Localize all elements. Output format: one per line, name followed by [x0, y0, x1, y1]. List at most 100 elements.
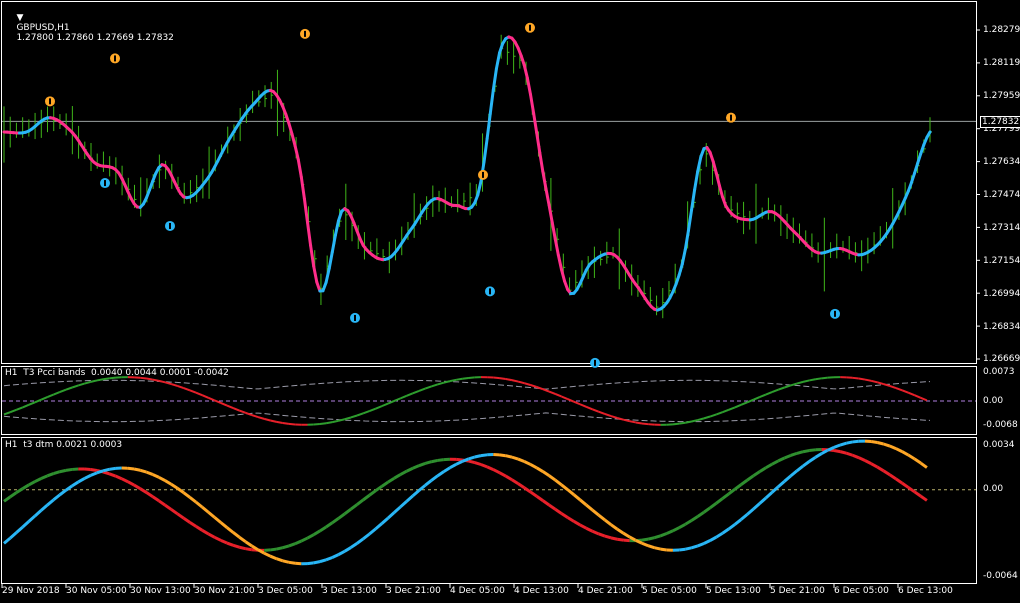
dtm-line-a-segment	[585, 526, 594, 533]
dtm-line-a-segment	[431, 458, 438, 464]
dtm-line-a-segment	[368, 489, 377, 497]
pcci-line-segment	[189, 389, 197, 394]
pcci-line-segment	[635, 421, 643, 425]
dtm-line-b-segment	[529, 463, 538, 470]
dtm-line-b-segment	[585, 503, 594, 512]
pcci-line-segment	[257, 416, 265, 420]
dtm-line-a-segment	[114, 474, 123, 481]
pcci-line-segment	[22, 403, 30, 409]
pcci-line-segment	[201, 394, 209, 399]
dtm-line-a-segment	[412, 464, 420, 470]
dtm-line-b-segment	[313, 560, 321, 565]
dtm-line-b-segment	[244, 540, 253, 548]
dtm-line-a-segment	[288, 542, 296, 548]
dtm-line-b-segment	[833, 443, 841, 449]
dtm-line-b-segment	[919, 461, 928, 469]
dtm-line-b-segment	[83, 474, 92, 480]
t3-line-segment	[485, 112, 492, 141]
dtm-line-a-segment	[752, 470, 761, 478]
sell-signal-icon-stem	[49, 98, 51, 105]
dtm-line-b-segment	[889, 444, 897, 450]
dtm-line-a-segment	[151, 495, 160, 503]
pcci-line-segment	[431, 383, 438, 388]
dtm-line-b-segment	[430, 474, 439, 482]
t3-line-segment	[290, 132, 297, 148]
dtm-line-a-segment	[325, 521, 334, 529]
pcci-line-segment	[907, 391, 915, 397]
pcci-line-segment	[870, 379, 878, 384]
dtm-line-b-segment	[71, 480, 80, 488]
dtm-line-a-segment	[690, 515, 699, 522]
dtm-line-a-segment	[337, 512, 346, 520]
t3-line-segment	[494, 51, 502, 71]
dtm-line-b-segment	[182, 491, 191, 499]
pcci-line-segment	[140, 376, 147, 380]
dtm-line-a-segment	[133, 483, 142, 490]
pcci-line-segment	[146, 377, 153, 381]
dtm-line-b-segment	[758, 496, 767, 505]
dtm-line-b-segment	[226, 526, 235, 534]
dtm-line-a-segment	[511, 478, 519, 485]
t3-line-segment	[717, 184, 725, 199]
pcci-line-segment	[46, 393, 54, 399]
pcci-line-segment	[71, 384, 79, 389]
pcci-line-segment	[536, 386, 544, 391]
pcci-line-segment	[152, 378, 160, 382]
dtm-line-b-segment	[65, 484, 73, 492]
pcci-line-segment	[728, 406, 736, 411]
dtm-line-b-segment	[511, 455, 519, 461]
dtm-line-a-segment	[616, 537, 624, 542]
pcci-line-segment	[889, 385, 897, 390]
dtm-line-b-segment	[152, 473, 160, 479]
dtm-line-b-segment	[374, 522, 383, 531]
dtm-line-b-segment	[727, 523, 736, 531]
dtm-line-a-segment	[913, 490, 922, 498]
dtm-line-b-segment	[591, 508, 600, 517]
pcci-line-segment	[567, 398, 575, 403]
dtm-line-b-segment	[145, 470, 154, 476]
dtm-line-a-segment	[498, 471, 507, 478]
dtm-line-b-segment	[393, 505, 402, 514]
dtm-line-b-segment	[436, 470, 445, 478]
dtm-line-b-segment	[777, 480, 786, 488]
pcci-line-segment	[864, 378, 872, 382]
dtm-line-a-segment	[721, 492, 730, 500]
dtm-line-a-segment	[833, 448, 841, 454]
dtm-line-a-segment	[356, 498, 365, 506]
dtm-line-b-segment	[282, 559, 290, 564]
buy-signal-icon-stem	[489, 288, 491, 295]
dtm-line-b-segment	[195, 500, 204, 509]
dtm-line-b-segment	[3, 536, 12, 545]
pcci-line-segment	[542, 388, 550, 393]
dtm-line-b-segment	[350, 542, 358, 549]
pcci-line-segment	[282, 421, 290, 425]
dtm-line-a-segment	[758, 466, 767, 473]
pcci-line-segment	[722, 408, 730, 414]
dtm-line-a-segment	[182, 516, 191, 524]
dtm-line-a-segment	[270, 547, 277, 552]
dtm-line-b-segment	[795, 464, 804, 473]
dtm-line-a-segment	[486, 465, 494, 471]
t3-line-segment	[553, 237, 560, 257]
t3-line-segment	[532, 111, 539, 135]
pcci-line-segment	[369, 407, 377, 412]
pcci-line-segment	[208, 396, 215, 402]
dtm-line-a-segment	[796, 450, 804, 455]
pcci-line-segment	[554, 393, 562, 398]
pcci-line-segment	[734, 403, 742, 409]
t3-line-segment	[299, 175, 306, 201]
dtm-line-b-segment	[789, 469, 798, 478]
pcci-line-segment	[40, 396, 48, 401]
dtm-line-a-segment	[783, 454, 792, 460]
t3-line-segment	[680, 247, 687, 266]
dtm-line-a-segment	[504, 474, 513, 482]
dtm-line-a-segment	[226, 541, 234, 547]
dtm-line-b-segment	[480, 453, 488, 458]
pcci-line-segment	[158, 379, 166, 384]
dtm-line-a-segment	[870, 462, 879, 469]
dtm-line-a-segment	[46, 472, 55, 478]
dtm-line-a-segment	[560, 512, 569, 519]
pcci-line-segment	[9, 408, 17, 414]
dtm-line-b-segment	[901, 450, 910, 457]
pcci-line-segment	[579, 403, 587, 408]
